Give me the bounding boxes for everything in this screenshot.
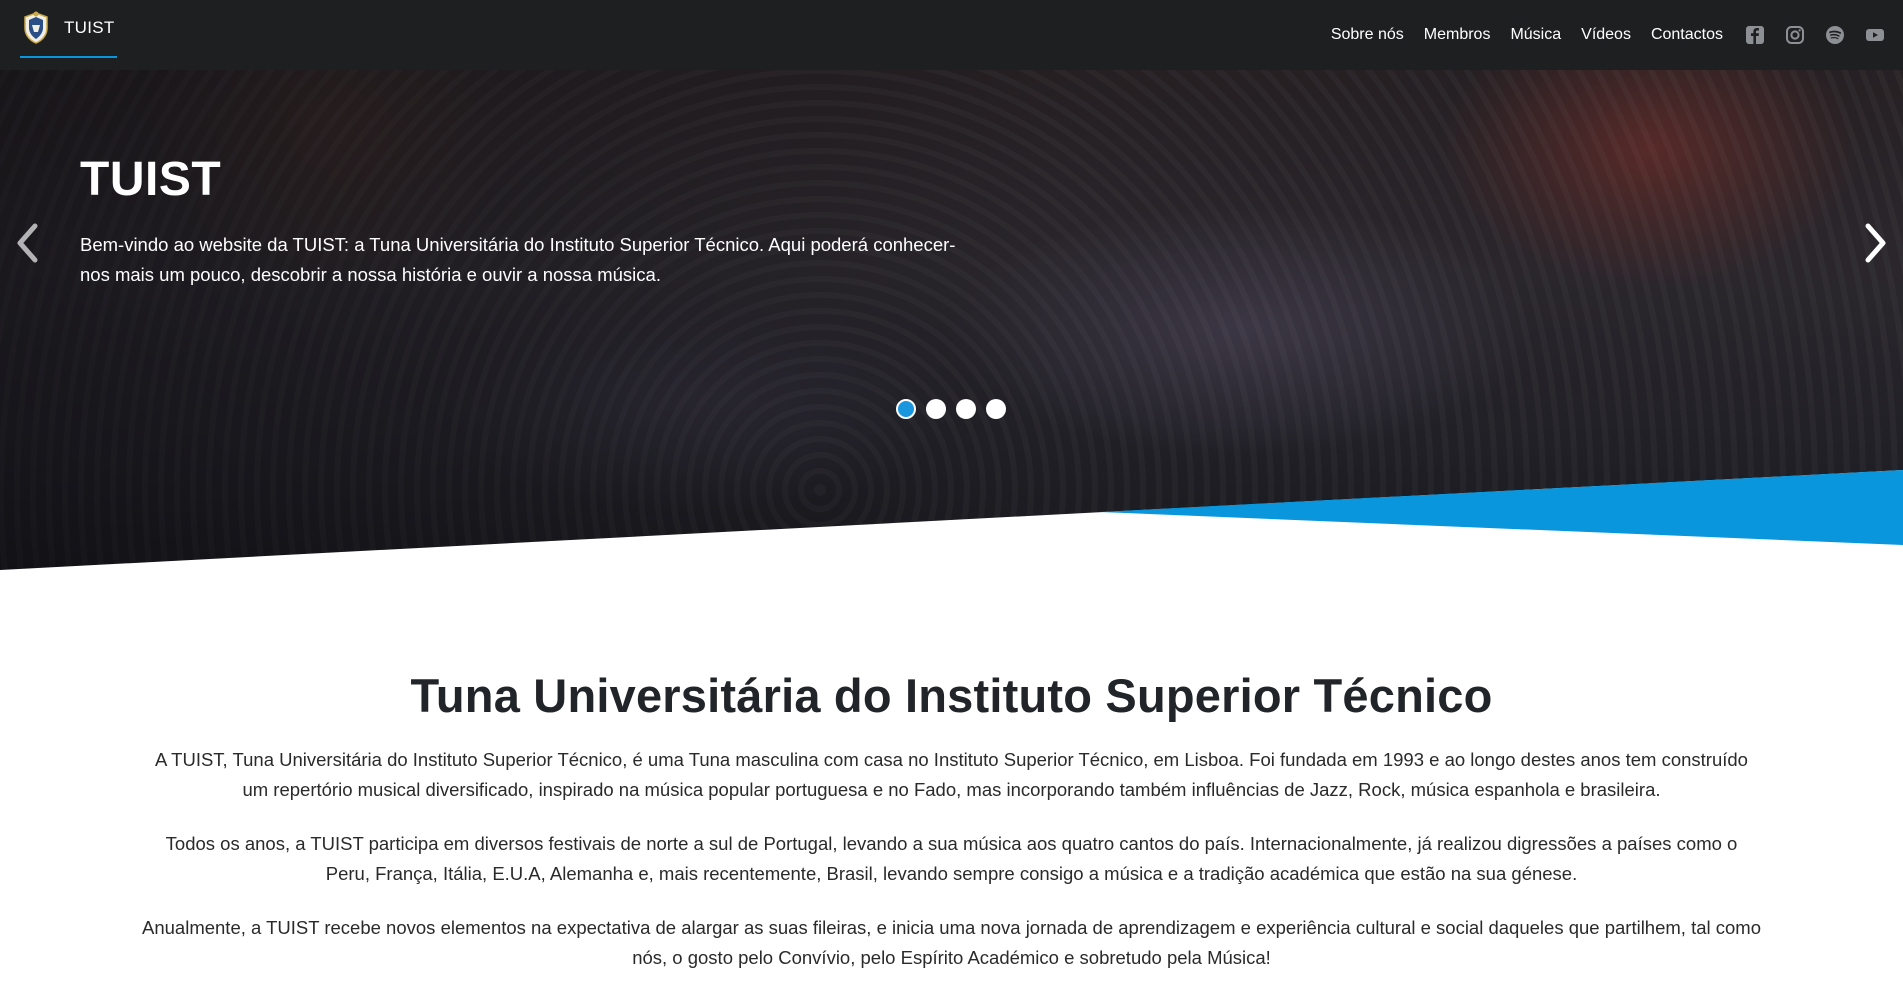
- nav-link-musica[interactable]: Música: [1510, 26, 1561, 44]
- brand-name: TUIST: [64, 18, 115, 37]
- brand-home-link[interactable]: TUIST: [20, 0, 117, 58]
- hero-wedge-divider: [0, 470, 1903, 570]
- about-paragraph-3: Anualmente, a TUIST recebe novos element…: [142, 917, 1761, 968]
- nav-links: Sobre nós Membros Música Vídeos Contacto…: [1311, 0, 1885, 70]
- hero-carousel: TUIST Bem-vindo ao website da TUIST: a T…: [0, 70, 1903, 570]
- spotify-icon[interactable]: [1825, 25, 1845, 45]
- youtube-icon[interactable]: [1865, 25, 1885, 45]
- about-paragraph-1: A TUIST, Tuna Universitária do Instituto…: [155, 749, 1748, 800]
- nav-link-videos[interactable]: Vídeos: [1581, 26, 1631, 44]
- about-title: Tuna Universitária do Instituto Superior…: [410, 669, 1493, 722]
- about-paragraph-2: Todos os anos, a TUIST participa em dive…: [165, 833, 1738, 884]
- nav-link-contactos[interactable]: Contactos: [1651, 26, 1723, 44]
- instagram-icon[interactable]: [1785, 25, 1805, 45]
- nav-link-sobre-nos[interactable]: Sobre nós: [1331, 26, 1404, 44]
- nav-link-membros[interactable]: Membros: [1424, 26, 1491, 44]
- facebook-icon[interactable]: [1745, 25, 1765, 45]
- about-section: Tuna Universitária do Instituto Superior…: [0, 668, 1903, 973]
- social-links: [1745, 25, 1885, 45]
- tuist-crest-logo: [24, 11, 48, 44]
- navbar: TUIST Sobre nós Membros Música Vídeos Co…: [0, 0, 1903, 70]
